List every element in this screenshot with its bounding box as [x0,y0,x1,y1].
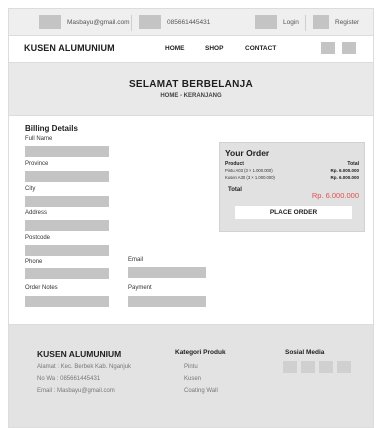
page-title: SELAMAT BERBELANJA [128,79,254,90]
payment-select[interactable] [128,296,206,307]
category-link-pintu[interactable]: Pintu [184,364,198,370]
category-link-kusen[interactable]: Kusen [184,376,201,382]
total-header: Total [347,161,359,167]
city-label: City [25,186,36,192]
facebook-icon[interactable] [283,361,297,373]
order-notes-field[interactable] [25,296,109,307]
nav-home[interactable]: HOME [165,45,185,52]
order-item-total: Rp. 6.000.000 [330,175,359,180]
order-item-name: Kusen A30 (3 × 1.000.000) [225,175,275,180]
payment-label: Payment [128,285,152,291]
categories-title: Kategori Produk [175,349,226,356]
product-header: Product [225,161,244,167]
email-field[interactable] [128,267,206,278]
footer: KUSEN ALUMUNIUM Alamat : Kec. Berbek Kab… [8,324,374,428]
phone-field[interactable] [25,268,109,279]
topbar-phone-text: 085661445431 [167,18,211,26]
register-icon [313,15,329,29]
footer-phone: No Wa : 085661445431 [37,376,101,382]
nav-shop[interactable]: SHOP [205,45,223,52]
divider [131,15,132,31]
phone-icon [139,15,161,29]
login-icon [255,15,277,29]
login-label: Login [283,18,299,26]
province-field[interactable] [25,171,109,182]
address-label: Address [25,210,48,216]
topbar-email-text: Masbayu@gmail.com [67,18,130,26]
social-title: Sosial Media [285,349,325,356]
postcode-field[interactable] [25,245,109,256]
whatsapp-icon[interactable] [337,361,351,373]
province-label: Province [25,161,49,167]
place-order-button[interactable]: PLACE ORDER [235,206,352,219]
nav-contact[interactable]: CONTACT [245,45,276,52]
topbar-phone[interactable]: 085661445431 [139,15,210,29]
order-summary: Your Order Product Total Pintu A03 (3 × … [219,142,365,232]
instagram-icon[interactable] [301,361,315,373]
category-link-coating-wall[interactable]: Coating Wall [184,388,218,394]
order-total-label: Total [228,187,242,193]
postcode-label: Postcode [25,235,51,241]
order-total-value: Rp. 6.000.000 [311,191,359,200]
mail-icon [39,15,61,29]
footer-address: Alamat : Kec. Berbek Kab. Nganjuk [37,364,132,370]
billing-title: Billing Details [25,124,78,133]
email-label: Email [128,257,144,263]
register-link[interactable]: Register [313,15,359,29]
address-field[interactable] [25,220,109,231]
main-nav: KUSEN ALUMUNIUM HOME SHOP CONTACT [8,36,374,62]
page-hero: SELAMAT BERBELANJA HOME - KERANJANG [8,62,374,116]
phone-label: Phone [25,259,43,265]
user-icon[interactable] [342,42,356,54]
top-bar: Masbayu@gmail.com 085661445431 Login Reg… [8,8,374,36]
register-label: Register [335,18,360,26]
cart-icon[interactable] [321,42,335,54]
full-name-label: Full Name [25,136,53,142]
footer-email: Email : Masbayu@gmail.com [37,388,115,394]
checkout-section: Billing Details Full Name Province City … [8,116,374,324]
full-name-field[interactable] [25,146,109,157]
order-item-total: Rp. 6.000.000 [330,168,359,173]
order-notes-label: Order Notes [25,285,58,291]
order-title: Your Order [225,148,270,158]
twitter-icon[interactable] [319,361,333,373]
brand-logo[interactable]: KUSEN ALUMUNIUM [24,43,115,53]
city-field[interactable] [25,196,109,207]
login-link[interactable]: Login [255,15,299,29]
divider [305,15,306,31]
footer-brand: KUSEN ALUMUNIUM [37,349,122,359]
breadcrumb: HOME - KERANJANG [160,93,222,99]
order-item-name: Pintu A03 (3 × 1.000.000) [225,168,273,173]
topbar-email[interactable]: Masbayu@gmail.com [39,15,130,29]
